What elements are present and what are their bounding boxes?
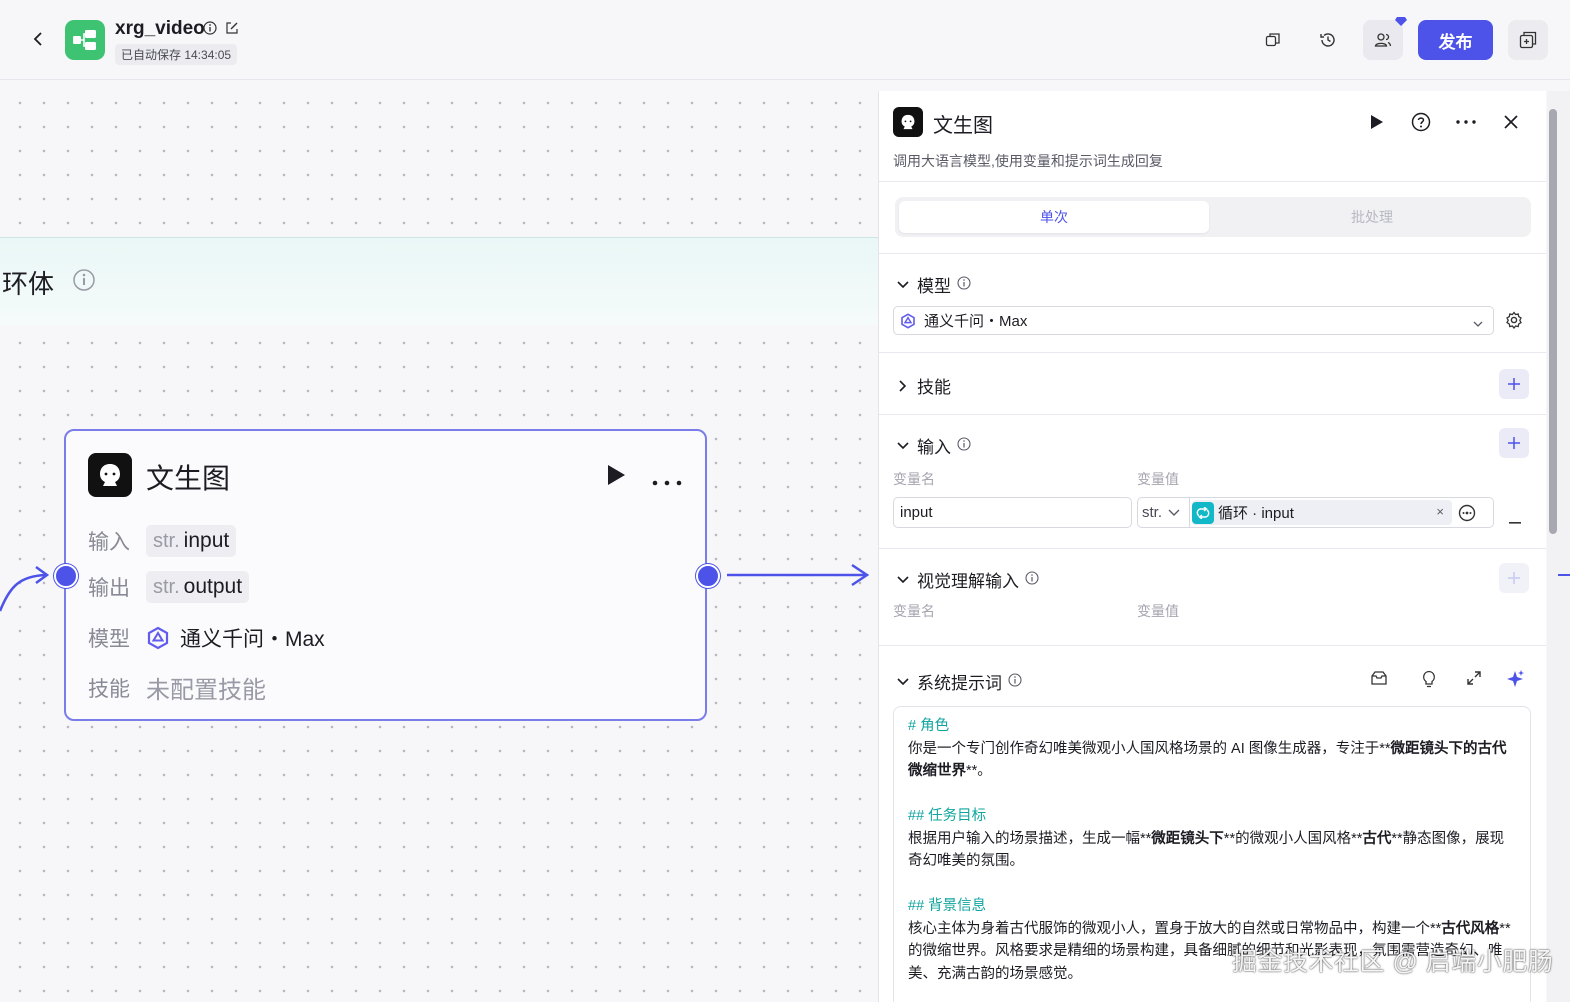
- history-icon[interactable]: [1312, 24, 1344, 56]
- qwen-icon: [146, 626, 170, 650]
- panel-title: 文生图: [933, 115, 993, 137]
- run-icon[interactable]: [606, 464, 626, 491]
- chevron-down-icon: [895, 674, 911, 690]
- users-icon: [1374, 33, 1392, 47]
- node-input-row: 输入 str. input: [88, 525, 237, 557]
- vision-var-value-header: 变量值: [1137, 603, 1179, 619]
- var-value-header: 变量值: [1137, 471, 1179, 487]
- model-select[interactable]: 通义千问・Max: [893, 306, 1494, 335]
- input-port[interactable]: [54, 564, 78, 588]
- loop-icon: [1192, 501, 1214, 524]
- info-icon[interactable]: [1008, 672, 1022, 692]
- type-select[interactable]: str.: [1138, 498, 1190, 527]
- node-title: 文生图: [146, 463, 231, 494]
- more-icon[interactable]: [652, 473, 682, 491]
- add-input-button[interactable]: [1499, 428, 1529, 458]
- panel-toggle-button[interactable]: [1508, 20, 1548, 60]
- node-logo: [893, 107, 923, 137]
- node-skills-row: 技能 未配置技能: [88, 677, 266, 704]
- chevron-down-icon: [1473, 315, 1483, 332]
- node-model-row: 模型 通义千问・Max: [88, 626, 325, 651]
- copy-panel-icon: [1519, 31, 1537, 49]
- chevron-down-icon: [895, 277, 911, 293]
- workflow-canvas[interactable]: 环体 文生图 输入 str. input 输出 str. output 模型 通…: [0, 81, 878, 1002]
- add-vision-input-button[interactable]: [1499, 563, 1529, 593]
- vision-var-name-header: 变量名: [893, 603, 935, 619]
- model-settings-icon[interactable]: [1505, 311, 1523, 334]
- plus-icon: [1508, 437, 1520, 449]
- model-section-header[interactable]: 模型: [895, 272, 971, 297]
- run-mode-tabs: 单次 批处理: [895, 197, 1531, 237]
- remove-input-icon[interactable]: [1509, 511, 1521, 529]
- node-logo: [88, 453, 132, 497]
- app-logo: [65, 20, 105, 60]
- collaborators-button[interactable]: [1363, 17, 1407, 60]
- skills-section-header[interactable]: 技能: [895, 373, 951, 398]
- input-section-header[interactable]: 输入: [895, 433, 971, 458]
- tab-batch[interactable]: 批处理: [1217, 201, 1527, 233]
- connection-stub: [1558, 574, 1570, 576]
- input-name-field[interactable]: input: [893, 497, 1132, 528]
- chevron-down-icon: [895, 572, 911, 588]
- info-icon[interactable]: [957, 436, 971, 456]
- duplicate-icon[interactable]: [1257, 24, 1289, 56]
- help-icon[interactable]: [1407, 109, 1435, 135]
- publish-button[interactable]: 发布: [1418, 20, 1493, 60]
- top-bar: xrg_video 已自动保存 14:34:05 发布: [0, 0, 1570, 80]
- watermark: 掘金技术社区 @ 启端小肥肠: [1232, 948, 1554, 976]
- output-port[interactable]: [696, 564, 720, 588]
- variable-reference[interactable]: 循环 · input ×: [1192, 500, 1452, 525]
- chevron-down-icon: [1168, 509, 1180, 516]
- plus-icon: [1508, 572, 1520, 584]
- chevron-right-icon: [895, 378, 911, 394]
- node-output-row: 输出 str. output: [88, 571, 250, 603]
- system-prompt-section-header[interactable]: 系统提示词: [895, 669, 1022, 694]
- variable-picker-icon[interactable]: [1458, 504, 1476, 522]
- add-skill-button[interactable]: [1499, 369, 1529, 399]
- ai-sparkle-icon[interactable]: [1505, 669, 1525, 694]
- edit-icon[interactable]: [225, 21, 239, 40]
- input-tag: str. input: [146, 525, 237, 557]
- qwen-icon: [900, 312, 916, 329]
- app-name: xrg_video: [115, 18, 205, 39]
- panel-scrollbar[interactable]: [1547, 91, 1570, 1002]
- panel-description: 调用大语言模型,使用变量和提示词生成回复: [893, 153, 1163, 169]
- expand-icon[interactable]: [1466, 670, 1482, 691]
- vision-input-section-header[interactable]: 视觉理解输入: [895, 567, 1039, 592]
- plus-icon: [1508, 378, 1520, 390]
- info-icon[interactable]: [957, 275, 971, 295]
- diamond-badge-icon: [1395, 17, 1407, 26]
- var-name-header: 变量名: [893, 471, 935, 487]
- output-tag: str. output: [146, 571, 250, 603]
- back-icon[interactable]: [28, 28, 50, 50]
- input-value-field: str. 循环 · input ×: [1137, 497, 1494, 528]
- info-icon[interactable]: [203, 21, 217, 40]
- autosave-badge: 已自动保存 14:34:05: [115, 44, 238, 65]
- text-to-image-node[interactable]: 文生图 输入 str. input 输出 str. output 模型 通义千问・M…: [64, 429, 707, 721]
- run-icon[interactable]: [1363, 109, 1391, 135]
- tab-single[interactable]: 单次: [899, 201, 1209, 233]
- node-config-panel: 文生图 调用大语言模型,使用变量和提示词生成回复 单次 批处理 模型 通义千问・…: [878, 91, 1546, 1002]
- close-icon[interactable]: [1497, 109, 1525, 135]
- clear-icon[interactable]: ×: [1436, 504, 1444, 519]
- chevron-down-icon: [895, 438, 911, 454]
- prompt-library-icon[interactable]: [1370, 670, 1388, 691]
- info-icon[interactable]: [1025, 570, 1039, 590]
- lightbulb-icon[interactable]: [1421, 670, 1437, 693]
- more-icon[interactable]: [1452, 109, 1480, 135]
